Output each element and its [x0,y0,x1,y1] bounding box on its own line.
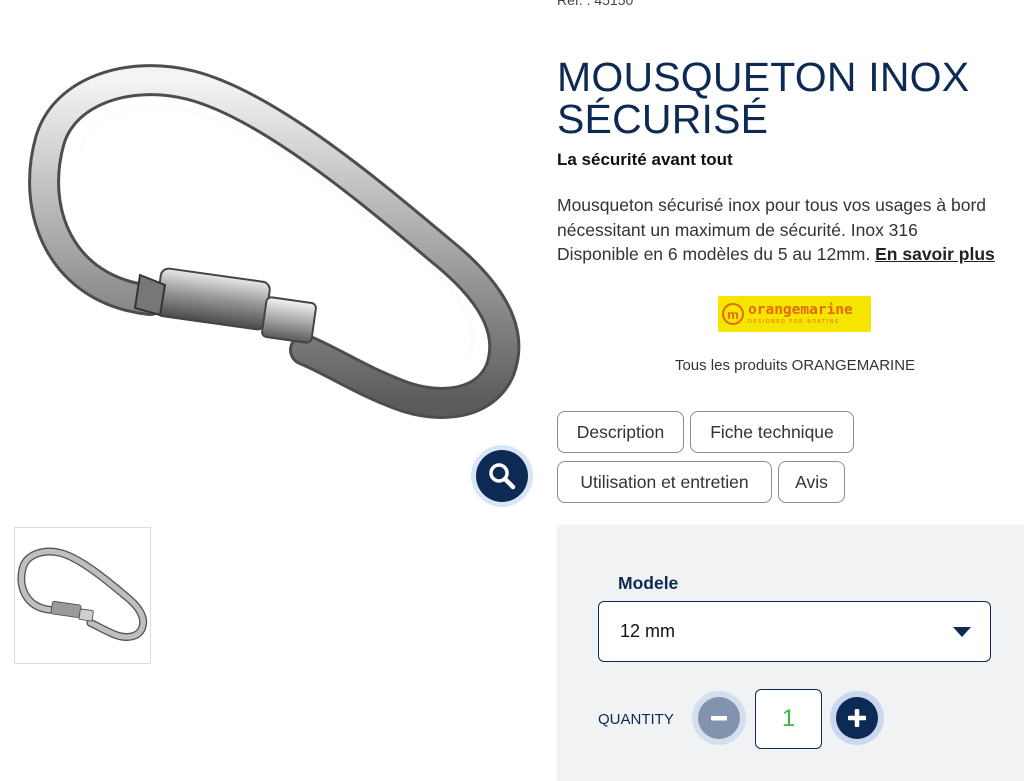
increase-quantity-button[interactable] [830,691,884,745]
model-label: Modele [618,573,679,593]
tab-usage-maintenance[interactable]: Utilisation et entretien [557,461,772,503]
tab-reviews[interactable]: Avis [778,461,845,503]
description-line: Disponible en 6 modèles du 5 au 12mm. [557,244,871,264]
quantity-label: QUANTITY [598,711,674,728]
caret-down-icon [953,627,971,637]
brand-products-link[interactable]: Tous les produits ORANGEMARINE [600,357,990,374]
description-line: Mousqueton sécurisé inox pour tous vos u… [557,195,987,215]
brand-logo-mark: m [722,303,744,325]
product-description: Mousqueton sécurisé inox pour tous vos u… [557,193,1024,267]
magnifier-icon [489,463,516,490]
product-main-image [28,64,521,419]
plus-icon [848,709,866,727]
product-thumbnail[interactable] [14,527,151,664]
read-more-link[interactable]: En savoir plus [875,244,995,264]
product-reference: Réf. : 45150 [557,0,634,8]
model-selected-value: 12 mm [620,621,676,641]
thumbnail-image [17,547,148,641]
quantity-input[interactable] [755,689,822,749]
tab-technical-sheet[interactable]: Fiche technique [690,411,854,453]
product-subtitle: La sécurité avant tout [557,150,733,169]
tab-description[interactable]: Description [557,411,684,453]
brand-logo[interactable]: m orangemarine DESIGNED FOR BOATING [718,296,871,332]
brand-logo-tagline: DESIGNED FOR BOATING [748,319,841,326]
purchase-options-panel: Modele 12 mm QUANTITY [557,525,1024,781]
decrease-quantity-button[interactable] [692,691,746,745]
brand-logo-name: orangemarine [748,301,853,318]
model-select[interactable]: 12 mm [598,601,991,662]
minus-icon [711,716,727,721]
product-title: MOUSQUETON INOX SÉCURISÉ [557,54,970,142]
zoom-button[interactable] [471,445,533,507]
description-line: nécessitant un maximum de sécurité. Inox… [557,219,918,240]
